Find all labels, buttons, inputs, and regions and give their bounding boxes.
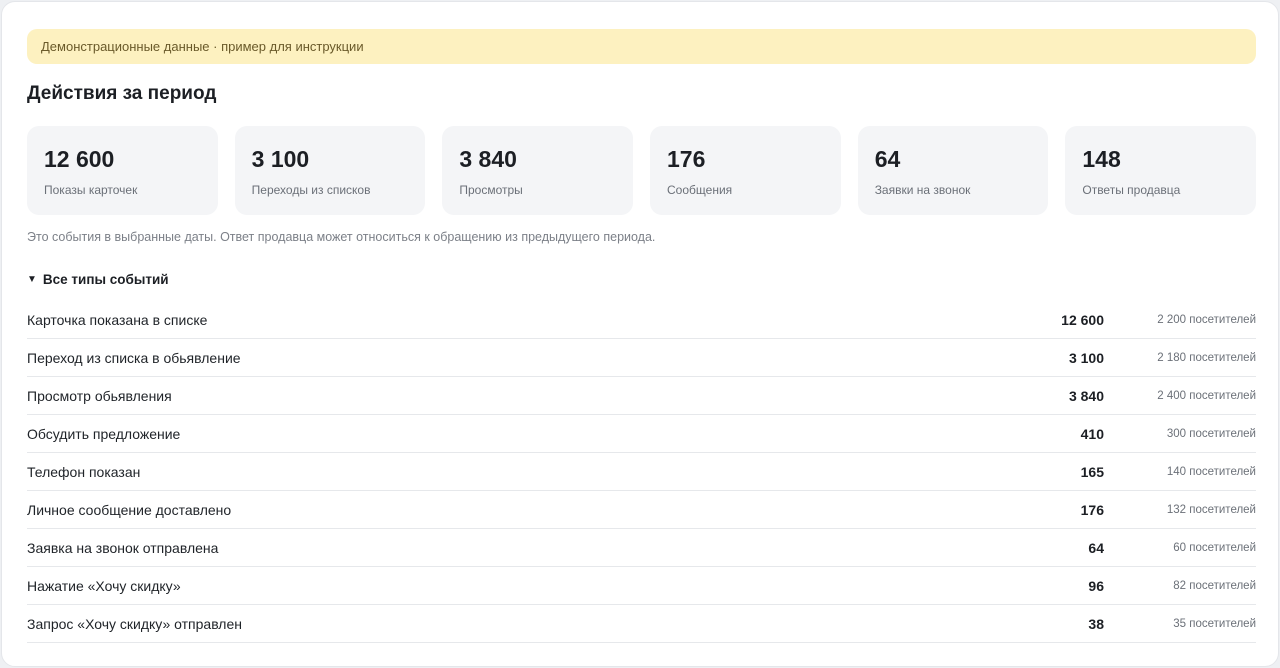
event-visitors: 2 180 посетителей [1157,351,1256,364]
event-count: 410 [1080,425,1104,442]
event-visitors: 60 посетителей [1173,541,1256,554]
stat-label: Ответы продавца [1082,183,1181,197]
event-count: 38 [1088,615,1104,632]
event-name: Телефон показан [27,463,141,480]
main-panel: Демонстрационные данные · пример для инс… [1,1,1279,667]
event-count: 64 [1088,539,1104,556]
event-name: Запрос «Хочу скидку» отправлен [27,615,242,632]
stat-card-call-requests: 64 Заявки на звонок [857,126,1049,215]
period-note: Это события в выбранные даты. Ответ прод… [27,230,656,244]
event-name: Личное сообщение доставлено [27,501,232,518]
event-count: 12 600 [1061,311,1104,328]
stat-label: Сообщения [667,183,733,197]
stat-label: Заявки на звонок [874,183,971,197]
stats-cards: 12 600 Показы карточек 3 100 Переходы из… [27,126,1257,215]
event-count: 3 100 [1068,349,1104,366]
event-name: Переход из списка в обьявление [27,349,241,366]
event-visitors: 2 200 посетителей [1157,313,1256,326]
event-count: 96 [1088,577,1104,594]
event-name: Карточка показана в списке [27,311,208,328]
event-name: Заявка на звонок отправлена [27,539,219,556]
table-row: Заявка на звонок отправлена 64 60 посети… [27,529,1256,567]
table-row: Нажатие «Хочу скидку» 96 82 посетителей [27,567,1256,605]
stat-value: 64 [874,146,901,172]
event-visitors: 300 посетителей [1166,427,1256,440]
table-row: Обсудить предложение 410 300 посетителей [27,415,1256,453]
stat-card-messages: 176 Сообщения [650,126,841,215]
page-title: Действия за период [27,83,217,104]
stat-value: 3 840 [459,146,517,172]
stat-value: 176 [667,146,706,172]
event-name: Нажатие «Хочу скидку» [27,577,181,594]
events-table: Карточка показана в списке 12 600 2 200 … [27,301,1256,643]
event-count: 176 [1080,501,1104,518]
stat-card-list-clicks: 3 100 Переходы из списков [234,126,426,215]
event-visitors: 2 400 посетителей [1157,389,1256,402]
event-visitors: 140 посетителей [1166,465,1256,478]
stat-value: 3 100 [251,146,310,172]
triangle-down-icon: ▼ [27,273,37,285]
table-row: Карточка показана в списке 12 600 2 200 … [27,301,1256,339]
stat-label: Показы карточек [44,183,138,197]
toggle-label: Все типы событий [42,272,169,287]
all-event-types-toggle[interactable]: ▼ Все типы событий [27,272,169,287]
event-visitors: 132 посетителей [1166,503,1256,516]
event-count: 165 [1080,463,1104,480]
event-visitors: 35 посетителей [1173,617,1256,630]
table-row: Телефон показан 165 140 посетителей [27,453,1256,491]
event-visitors: 82 посетителей [1173,579,1256,592]
stat-label: Переходы из списков [251,183,371,197]
event-name: Просмотр обьявления [27,387,172,404]
banner-text: Демонстрационные данные · пример для инс… [41,39,364,54]
table-row: Запрос «Хочу скидку» отправлен 38 35 пос… [27,605,1256,643]
stat-value: 12 600 [44,146,115,172]
stat-card-seller-replies: 148 Ответы продавца [1065,126,1257,215]
stat-value: 148 [1082,146,1121,172]
stat-card-impressions: 12 600 Показы карточек [27,126,218,215]
stat-label: Просмотры [459,183,523,197]
table-row: Переход из списка в обьявление 3 100 2 1… [27,339,1256,377]
event-count: 3 840 [1068,387,1104,404]
table-row: Просмотр обьявления 3 840 2 400 посетите… [27,377,1256,415]
event-name: Обсудить предложение [27,425,181,442]
demo-data-banner: Демонстрационные данные · пример для инс… [27,29,1256,64]
table-row: Личное сообщение доставлено 176 132 посе… [27,491,1256,529]
stat-card-views: 3 840 Просмотры [442,126,634,215]
